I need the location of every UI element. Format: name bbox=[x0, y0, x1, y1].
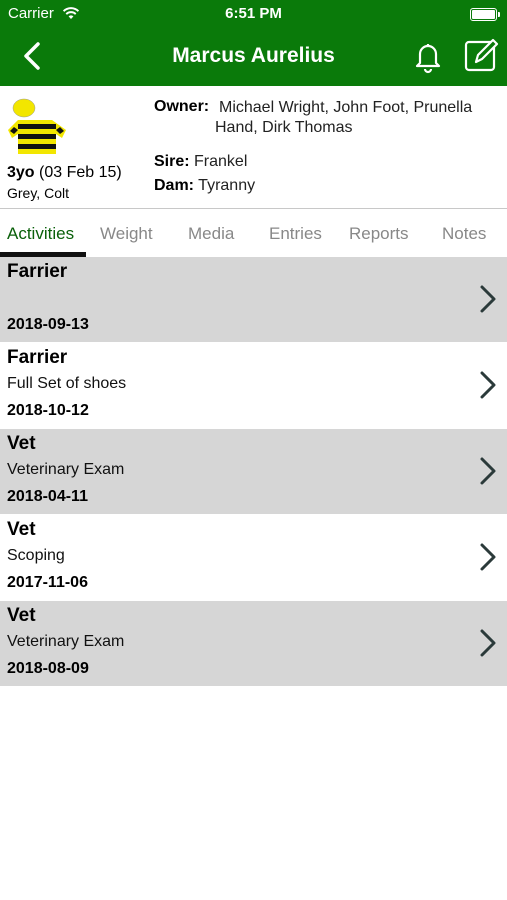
activity-title: Vet bbox=[7, 519, 36, 540]
activity-description: Scoping bbox=[7, 547, 65, 564]
activity-description: Full Set of shoes bbox=[7, 375, 127, 392]
tab-notes[interactable]: Notes bbox=[442, 224, 486, 244]
tab-activities[interactable]: Activities bbox=[7, 224, 74, 244]
owner-label: Owner: bbox=[154, 98, 210, 115]
edit-icon[interactable] bbox=[462, 36, 500, 74]
activity-date: 2018-10-12 bbox=[7, 402, 89, 419]
tab-weight[interactable]: Weight bbox=[100, 224, 153, 244]
owner-value: Michael Wright, John Foot, Prunella Hand… bbox=[215, 98, 500, 138]
chevron-right-icon bbox=[480, 285, 496, 313]
dam-value: Tyranny bbox=[198, 177, 256, 194]
list-item[interactable]: Farrier 2018-09-13 bbox=[0, 257, 507, 343]
date-of-birth: (03 Feb 15) bbox=[39, 164, 122, 181]
owner-line-1: Michael Wright, John Foot, Prunella bbox=[219, 99, 473, 116]
battery-icon bbox=[470, 8, 500, 21]
chevron-right-icon bbox=[480, 543, 496, 571]
activity-title: Farrier bbox=[7, 347, 68, 368]
tab-media[interactable]: Media bbox=[188, 224, 234, 244]
tab-bar: Activities Weight Media Entries Reports … bbox=[0, 209, 507, 257]
activity-title: Vet bbox=[7, 605, 36, 626]
sire-value: Frankel bbox=[194, 153, 248, 170]
horse-color-sex: Grey, Colt bbox=[7, 185, 69, 201]
sire-label: Sire: bbox=[154, 153, 190, 170]
list-item[interactable]: Farrier Full Set of shoes 2018-10-12 bbox=[0, 343, 507, 429]
sire-field: Sire: Frankel bbox=[154, 153, 247, 171]
list-item[interactable]: Vet Veterinary Exam 2018-08-09 bbox=[0, 601, 507, 687]
bell-icon[interactable] bbox=[410, 38, 446, 74]
dam-field: Dam: Tyranny bbox=[154, 177, 255, 195]
chevron-right-icon bbox=[480, 371, 496, 399]
list-item[interactable]: Vet Veterinary Exam 2018-04-11 bbox=[0, 429, 507, 515]
age-value: 3yo bbox=[7, 164, 35, 181]
dam-label: Dam: bbox=[154, 177, 195, 194]
horse-age: 3yo (03 Feb 15) bbox=[7, 164, 122, 182]
activities-list: Farrier 2018-09-13 Farrier Full Set of s… bbox=[0, 257, 507, 687]
activity-date: 2018-04-11 bbox=[7, 488, 88, 505]
list-item[interactable]: Vet Scoping 2017-11-06 bbox=[0, 515, 507, 601]
activity-title: Farrier bbox=[7, 261, 68, 282]
owner-line-2: Hand, Dirk Thomas bbox=[215, 119, 353, 136]
activity-description: Veterinary Exam bbox=[7, 633, 125, 650]
tab-reports[interactable]: Reports bbox=[349, 224, 409, 244]
activity-date: 2018-08-09 bbox=[7, 660, 89, 677]
chevron-right-icon bbox=[480, 629, 496, 657]
header-bar: Carrier 6:51 PM Marcus Aurelius bbox=[0, 0, 507, 86]
jockey-silks-icon bbox=[8, 98, 66, 154]
tab-entries[interactable]: Entries bbox=[269, 224, 322, 244]
horse-info-panel: 3yo (03 Feb 15) Grey, Colt Owner: Michae… bbox=[0, 86, 507, 209]
status-bar: Carrier 6:51 PM bbox=[0, 4, 507, 24]
clock: 6:51 PM bbox=[225, 5, 282, 22]
activity-date: 2018-09-13 bbox=[7, 316, 89, 333]
chevron-right-icon bbox=[480, 457, 496, 485]
activity-date: 2017-11-06 bbox=[7, 574, 88, 591]
activity-title: Vet bbox=[7, 433, 36, 454]
activity-description: Veterinary Exam bbox=[7, 461, 125, 478]
